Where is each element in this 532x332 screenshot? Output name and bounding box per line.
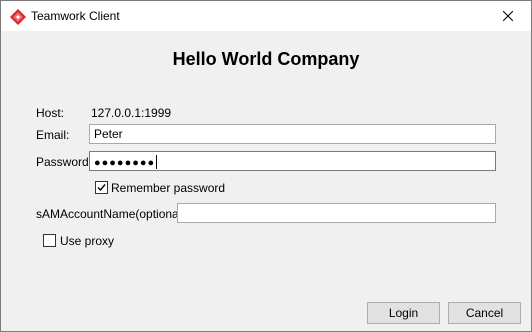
close-button[interactable] — [485, 1, 531, 31]
app-logo-icon — [10, 9, 26, 25]
use-proxy-label[interactable]: Use proxy — [60, 234, 114, 248]
host-label: Host: — [36, 106, 65, 120]
checkmark-icon — [97, 184, 106, 192]
window-title: Teamwork Client — [31, 9, 120, 23]
close-icon — [503, 11, 513, 21]
password-masked-value: ●●●●●●●● — [94, 155, 158, 169]
samaccountname-label: sAMAccountName(optional): — [36, 207, 189, 221]
email-field[interactable] — [89, 124, 496, 144]
password-label: Password: — [36, 155, 93, 169]
samaccountname-field[interactable] — [177, 203, 496, 223]
email-label: Email: — [36, 128, 70, 142]
login-dialog: Teamwork Client Hello World Company Host… — [0, 0, 532, 332]
use-proxy-checkbox[interactable] — [43, 234, 56, 247]
remember-password-checkbox[interactable] — [95, 181, 108, 194]
password-field[interactable]: ●●●●●●●● — [89, 151, 496, 171]
title-bar: Teamwork Client — [1, 1, 531, 31]
remember-password-label[interactable]: Remember password — [111, 181, 225, 195]
login-button[interactable]: Login — [367, 302, 440, 324]
company-heading: Hello World Company — [172, 49, 360, 69]
host-value: 127.0.0.1:1999 — [91, 106, 172, 120]
cancel-button[interactable]: Cancel — [448, 302, 521, 324]
